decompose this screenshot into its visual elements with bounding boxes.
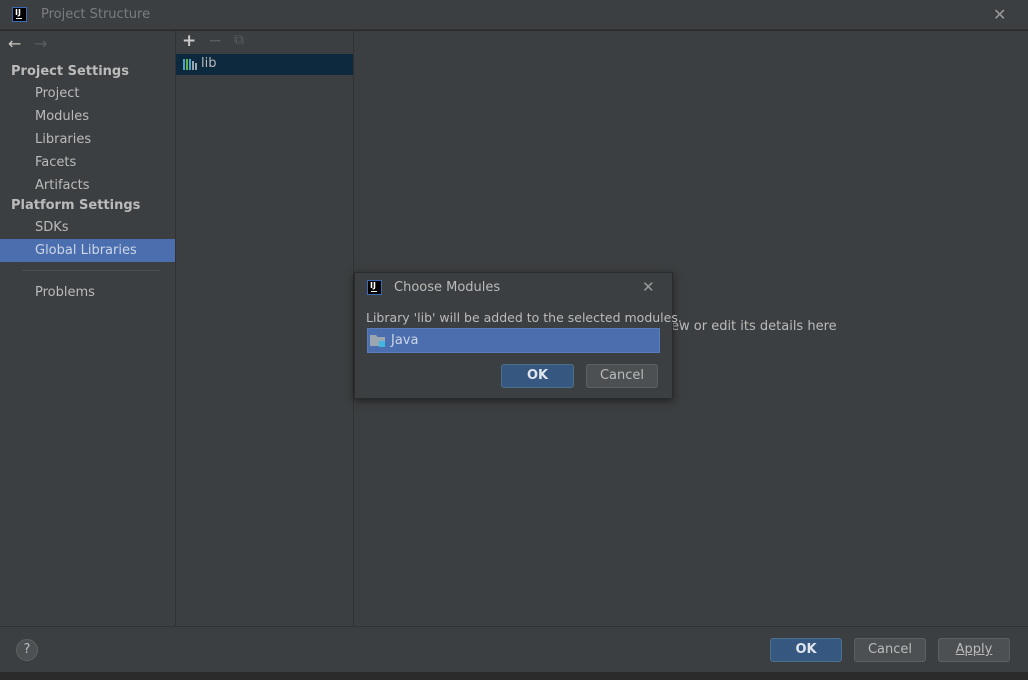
remove-icon[interactable]: − xyxy=(208,31,222,51)
close-icon[interactable]: ✕ xyxy=(993,5,1006,24)
library-list-panel: + − ⧉ lib xyxy=(176,31,354,626)
dialog-title: Choose Modules xyxy=(394,280,501,295)
ok-button[interactable]: OK xyxy=(770,638,842,662)
details-hint: ew or edit its details here xyxy=(671,319,837,334)
copy-icon[interactable]: ⧉ xyxy=(234,32,244,48)
sidebar-item-modules[interactable]: Modules xyxy=(0,105,175,128)
project-settings-header: Project Settings xyxy=(11,64,129,79)
window-title: Project Structure xyxy=(41,7,151,22)
dialog-message: Library 'lib' will be added to the selec… xyxy=(366,310,682,325)
choose-modules-dialog: IJ Choose Modules ✕ Library 'lib' will b… xyxy=(354,272,682,399)
divider xyxy=(22,270,160,271)
intellij-logo-icon: IJ xyxy=(367,280,382,295)
list-item-label: lib xyxy=(201,56,217,71)
forward-arrow-icon[interactable]: → xyxy=(34,34,47,53)
cancel-button[interactable]: Cancel xyxy=(854,638,926,662)
sidebar-item-global-libraries[interactable]: Global Libraries xyxy=(0,239,175,262)
sidebar-item-artifacts[interactable]: Artifacts xyxy=(0,174,175,197)
platform-settings-header: Platform Settings xyxy=(11,198,141,213)
footer: ? OK Cancel Apply xyxy=(0,626,1028,672)
library-icon xyxy=(183,59,197,70)
dialog-close-icon[interactable]: ✕ xyxy=(642,278,655,296)
intellij-logo-icon: IJ xyxy=(12,7,27,22)
module-folder-icon xyxy=(370,335,385,347)
module-item-java[interactable]: Java xyxy=(367,328,660,353)
sidebar-item-facets[interactable]: Facets xyxy=(0,151,175,174)
back-arrow-icon[interactable]: ← xyxy=(8,34,21,53)
sidebar-item-sdks[interactable]: SDKs xyxy=(0,216,175,239)
sidebar-item-problems[interactable]: Problems xyxy=(0,281,175,304)
title-bar: IJ Project Structure ✕ xyxy=(0,0,1028,30)
help-button[interactable]: ? xyxy=(16,639,38,661)
add-icon[interactable]: + xyxy=(182,31,196,51)
dialog-cancel-button[interactable]: Cancel xyxy=(586,364,658,388)
dialog-ok-button[interactable]: OK xyxy=(501,364,574,388)
apply-button[interactable]: Apply xyxy=(938,638,1010,662)
sidebar-item-project[interactable]: Project xyxy=(0,82,175,105)
module-label: Java xyxy=(391,333,419,348)
sidebar: ← → Project Settings Project Modules Lib… xyxy=(0,31,176,626)
sidebar-item-libraries[interactable]: Libraries xyxy=(0,128,175,151)
list-item-lib[interactable]: lib xyxy=(176,54,353,75)
